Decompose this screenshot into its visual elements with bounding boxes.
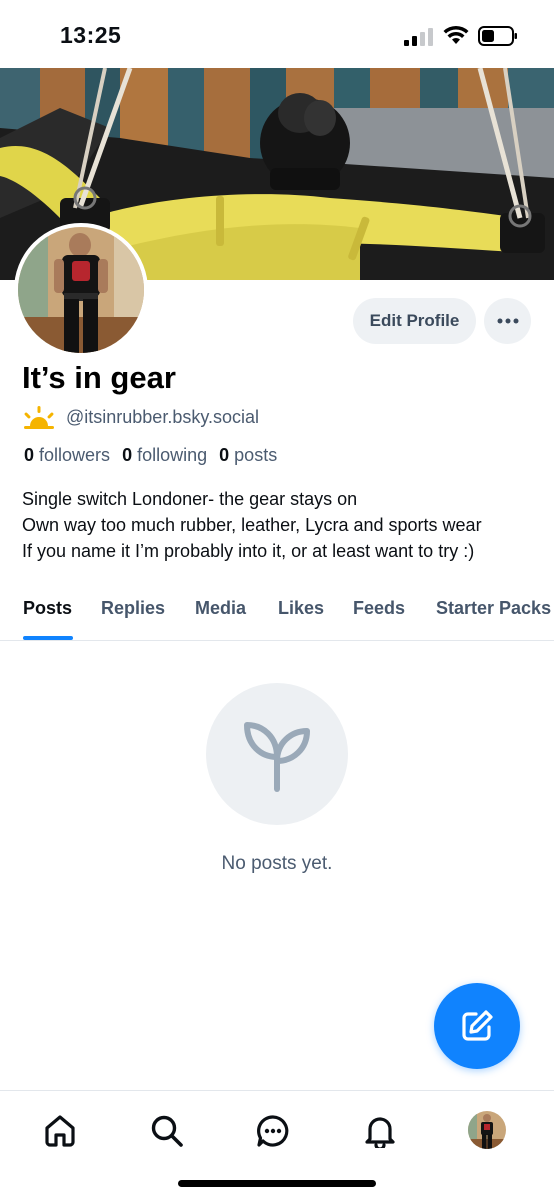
handle-row: @itsinrubber.bsky.social	[22, 404, 259, 430]
nav-profile[interactable]	[468, 1111, 506, 1149]
tab-feeds[interactable]: Feeds	[353, 598, 405, 619]
profile-stats: 0 followers 0 following 0 posts	[24, 445, 289, 466]
followers-link[interactable]: 0 followers	[24, 445, 110, 466]
tab-likes[interactable]: Likes	[278, 598, 324, 619]
tab-starter-packs[interactable]: Starter Packs	[436, 598, 551, 619]
tab-media[interactable]: Media	[195, 598, 246, 619]
battery-icon	[478, 26, 517, 46]
edit-profile-button[interactable]: Edit Profile	[353, 298, 476, 344]
tab-replies[interactable]: Replies	[101, 598, 165, 619]
tab-posts[interactable]: Posts	[23, 598, 72, 619]
following-label: following	[137, 445, 208, 465]
nav-home[interactable]	[42, 1113, 78, 1149]
profile-avatar[interactable]	[14, 223, 148, 357]
wifi-icon	[443, 25, 469, 44]
profile-handle: @itsinrubber.bsky.social	[66, 406, 260, 427]
sunrise-emoji-icon	[24, 406, 54, 429]
cellular-signal-icon	[404, 28, 433, 46]
bio-line: If you name it I’m probably into it, or …	[22, 541, 475, 561]
nav-notifications[interactable]	[362, 1113, 398, 1149]
profile-avatar	[468, 1111, 506, 1149]
home-icon	[45, 1115, 75, 1147]
avatar-image	[18, 227, 144, 353]
nav-search[interactable]	[149, 1113, 185, 1149]
bio-line: Own way too much rubber, leather, Lycra …	[22, 515, 482, 535]
home-indicator	[178, 1180, 376, 1187]
status-time: 13:25	[60, 22, 122, 48]
following-link[interactable]: 0 following	[122, 445, 207, 466]
chat-icon	[257, 1115, 289, 1147]
posts-stat: 0 posts	[219, 445, 277, 466]
search-icon	[151, 1115, 183, 1147]
compose-icon	[462, 1010, 493, 1041]
following-count: 0	[122, 445, 133, 465]
profile-tabs: Posts Replies Media Likes Feeds Starter …	[0, 588, 554, 641]
bio-line: Single switch Londoner- the gear stays o…	[22, 489, 358, 509]
status-bar: 13:25	[0, 0, 554, 68]
display-name: It’s in gear	[22, 360, 176, 395]
profile-bio: Single switch Londoner- the gear stays o…	[22, 486, 552, 564]
active-tab-indicator	[23, 636, 73, 640]
followers-count: 0	[24, 445, 35, 465]
sprout-icon	[244, 722, 310, 792]
followers-label: followers	[39, 445, 111, 465]
compose-button[interactable]	[434, 983, 520, 1069]
ellipsis-icon	[497, 318, 518, 324]
empty-state-text: No posts yet.	[221, 853, 333, 874]
posts-count: 0	[219, 445, 230, 465]
posts-label: posts	[234, 445, 278, 465]
nav-chat[interactable]	[255, 1113, 291, 1149]
bell-icon	[365, 1117, 395, 1148]
more-options-button[interactable]	[484, 298, 531, 344]
empty-state-badge	[206, 683, 348, 825]
